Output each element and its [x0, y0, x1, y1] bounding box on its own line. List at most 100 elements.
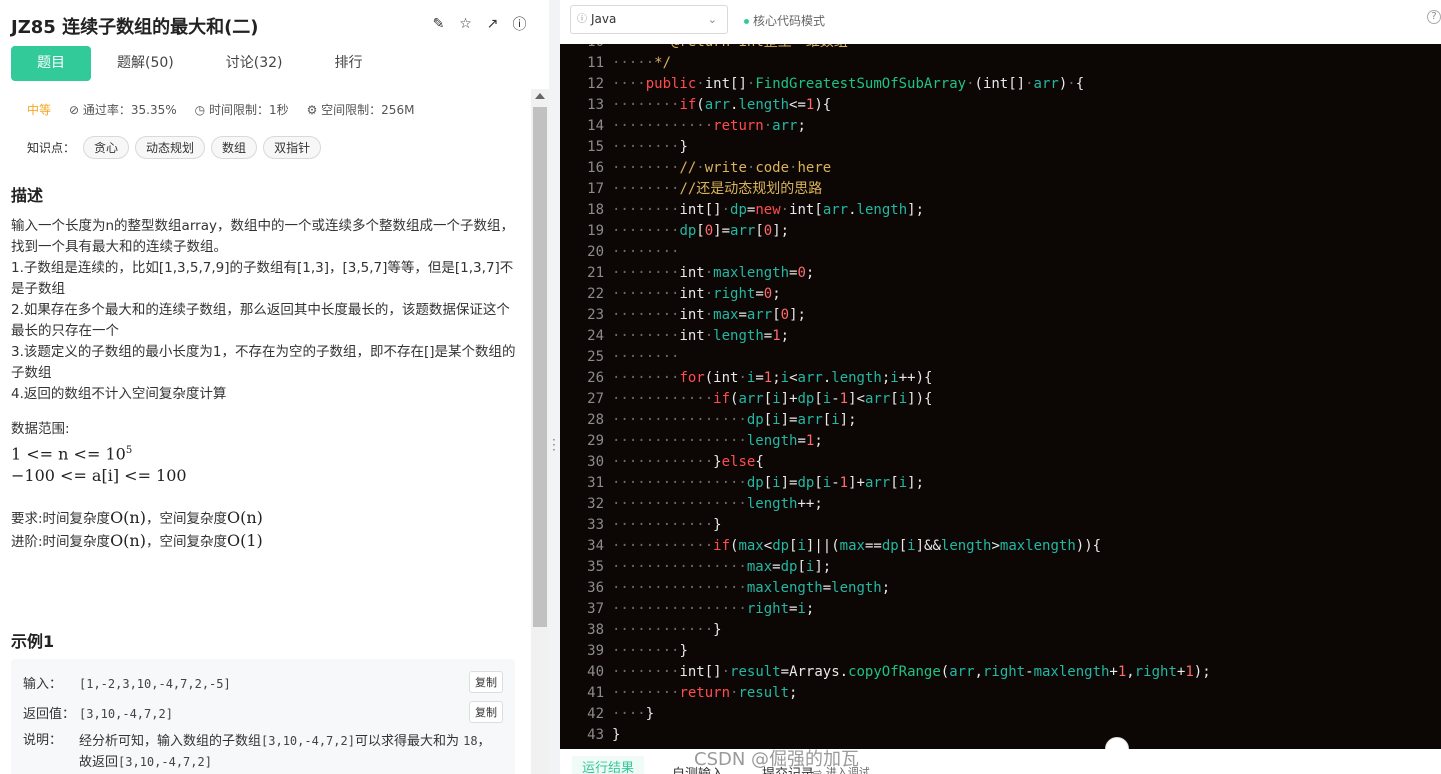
code-line[interactable]: 12 ····public·int[]·FindGreatestSumOfSubA…: [560, 74, 1441, 95]
line-code[interactable]: ·····*/: [612, 53, 671, 74]
line-code[interactable]: }: [612, 725, 620, 746]
scroll-up-arrow-icon[interactable]: [535, 93, 545, 99]
line-code[interactable]: ············}else{: [612, 452, 764, 473]
tab-discussion[interactable]: 讨论(32): [200, 46, 309, 81]
tag-dp[interactable]: 动态规划: [135, 136, 206, 159]
code-line[interactable]: 29 ················length=1;: [560, 431, 1441, 452]
code-line[interactable]: 15 ········}: [560, 137, 1441, 158]
code-line[interactable]: 10·····*·@return·int整型一维数组: [560, 44, 1441, 53]
line-code[interactable]: ········: [612, 242, 679, 263]
line-code[interactable]: ········int·right=0;: [612, 284, 781, 305]
code-line[interactable]: 28 ················dp[i]=arr[i];: [560, 410, 1441, 431]
line-code[interactable]: ········int[]·result=Arrays.copyOfRange(…: [612, 662, 1211, 683]
code-editor[interactable]: 10·····*·@return·int整型一维数组 11 ·····*/ 12 ···…: [560, 44, 1441, 749]
star-icon[interactable]: ☆: [457, 15, 474, 32]
line-number: 20: [587, 244, 604, 260]
info-icon[interactable]: ⓘ: [511, 15, 528, 33]
code-line[interactable]: 39 ········}: [560, 641, 1441, 662]
scrollbar-thumb[interactable]: [533, 107, 547, 627]
line-code[interactable]: ·····*·@return·int整型一维数组: [612, 44, 848, 53]
example-input-row: 输入： [1,-2,3,10,-4,7,2,-5]: [23, 673, 231, 692]
line-code[interactable]: ········}: [612, 641, 688, 662]
tab-problem[interactable]: 题目: [11, 46, 91, 81]
line-code[interactable]: ········int·max=arr[0];: [612, 305, 806, 326]
code-line[interactable]: 42 ····}: [560, 704, 1441, 725]
code-line[interactable]: 36 ················maxlength=length;: [560, 578, 1441, 599]
line-code[interactable]: ················max=dp[i];: [612, 557, 831, 578]
tag-array[interactable]: 数组: [211, 136, 258, 159]
code-line[interactable]: 43}: [560, 725, 1441, 746]
line-code[interactable]: ················right=i;: [612, 599, 814, 620]
line-code[interactable]: ················length++;: [612, 494, 823, 515]
line-code[interactable]: ················dp[i]=arr[i];: [612, 410, 857, 431]
line-code[interactable]: ····public·int[]·FindGreatestSumOfSubArr…: [612, 74, 1084, 95]
code-line[interactable]: 31 ················dp[i]=dp[i-1]+arr[i];: [560, 473, 1441, 494]
code-line[interactable]: 19 ········dp[0]=arr[0];: [560, 221, 1441, 242]
line-code[interactable]: ············}: [612, 620, 722, 641]
line-code[interactable]: ········: [612, 347, 679, 368]
enter-debug-link[interactable]: ⇨ 进入调试: [813, 764, 870, 774]
copy-input-button[interactable]: 复制: [469, 671, 503, 693]
tab-ranking[interactable]: 排行: [309, 46, 389, 81]
code-line[interactable]: 34 ············if(max<dp[i]||(max==dp[i]&…: [560, 536, 1441, 557]
line-code[interactable]: ············}: [612, 515, 722, 536]
code-line[interactable]: 22 ········int·right=0;: [560, 284, 1441, 305]
code-line[interactable]: 14 ············return·arr;: [560, 116, 1441, 137]
code-line[interactable]: 41 ········return·result;: [560, 683, 1441, 704]
line-code[interactable]: ················length=1;: [612, 431, 823, 452]
code-line[interactable]: 33 ············}: [560, 515, 1441, 536]
line-code[interactable]: ············if(max<dp[i]||(max==dp[i]&&l…: [612, 536, 1101, 557]
code-line[interactable]: 30 ············}else{: [560, 452, 1441, 473]
code-line[interactable]: 21 ········int·maxlength=0;: [560, 263, 1441, 284]
code-line[interactable]: 20 ········: [560, 242, 1441, 263]
line-code[interactable]: ············if(arr[i]+dp[i-1]<arr[i]){: [612, 389, 932, 410]
line-code[interactable]: ········//还是动态规划的思路: [612, 179, 822, 200]
tag-two-pointers[interactable]: 双指针: [263, 136, 322, 159]
language-select[interactable]: ⓘ Java ⌄: [570, 5, 728, 34]
line-code[interactable]: ········int·maxlength=0;: [612, 263, 814, 284]
line-code[interactable]: ····}: [612, 704, 654, 725]
line-code[interactable]: ········return·result;: [612, 683, 797, 704]
panel-resizer[interactable]: · · ·: [549, 0, 560, 774]
tab-run-result[interactable]: 运行结果: [572, 756, 645, 774]
code-line[interactable]: 13 ········if(arr.length<=1){: [560, 95, 1441, 116]
code-line[interactable]: 16 ········//·write·code·here: [560, 158, 1441, 179]
line-code[interactable]: ········}: [612, 137, 688, 158]
problem-scrollbar[interactable]: [531, 89, 549, 774]
code-line[interactable]: 32 ················length++;: [560, 494, 1441, 515]
help-icon[interactable]: ?: [1427, 10, 1441, 24]
code-line[interactable]: 18 ········int[]·dp=new·int[arr.length];: [560, 200, 1441, 221]
line-code[interactable]: ············return·arr;: [612, 116, 806, 137]
line-number: 37: [587, 601, 604, 617]
code-line[interactable]: 35 ················max=dp[i];: [560, 557, 1441, 578]
code-line[interactable]: 17 ········//还是动态规划的思路: [560, 179, 1441, 200]
edit-icon[interactable]: ✎: [430, 15, 447, 32]
drag-handle-icon[interactable]: · · ·: [552, 434, 556, 456]
line-code[interactable]: ················maxlength=length;: [612, 578, 890, 599]
code-line[interactable]: 24 ········int·length=1;: [560, 326, 1441, 347]
code-line[interactable]: 23 ········int·max=arr[0];: [560, 305, 1441, 326]
line-code[interactable]: ········int·length=1;: [612, 326, 789, 347]
line-code[interactable]: ········int[]·dp=new·int[arr.length];: [612, 200, 924, 221]
code-line[interactable]: 26 ········for(int·i=1;i<arr.length;i++){: [560, 368, 1441, 389]
tab-solutions[interactable]: 题解(50): [91, 46, 200, 81]
code-line[interactable]: 11 ·····*/: [560, 53, 1441, 74]
enter-debug-label: 进入调试: [825, 766, 870, 774]
share-icon[interactable]: ↗: [484, 15, 501, 32]
copy-output-button[interactable]: 复制: [469, 701, 503, 723]
code-line[interactable]: 40 ········int[]·result=Arrays.copyOfRang…: [560, 662, 1441, 683]
problem-content[interactable]: 中等 ⊘ 通过率：35.35% ◷ 时间限制：1秒 ⚙ 空间限制：256M 知识…: [0, 89, 531, 774]
line-code[interactable]: ········dp[0]=arr[0];: [612, 221, 789, 242]
line-code[interactable]: ········//·write·code·here: [612, 158, 831, 179]
code-line[interactable]: 37 ················right=i;: [560, 599, 1441, 620]
line-code[interactable]: ········if(arr.length<=1){: [612, 95, 831, 116]
line-code[interactable]: ················dp[i]=dp[i-1]+arr[i];: [612, 473, 924, 494]
code-lines[interactable]: 10·····*·@return·int整型一维数组 11 ·····*/ 12 ···…: [560, 44, 1441, 746]
pass-rate: ⊘ 通过率：35.35%: [69, 101, 177, 118]
tag-greedy[interactable]: 贪心: [83, 136, 130, 159]
code-line[interactable]: 38 ············}: [560, 620, 1441, 641]
line-code[interactable]: ········for(int·i=1;i<arr.length;i++){: [612, 368, 932, 389]
code-line[interactable]: 27 ············if(arr[i]+dp[i-1]<arr[i]){: [560, 389, 1441, 410]
difficulty-badge: 中等: [27, 103, 52, 117]
code-line[interactable]: 25 ········: [560, 347, 1441, 368]
